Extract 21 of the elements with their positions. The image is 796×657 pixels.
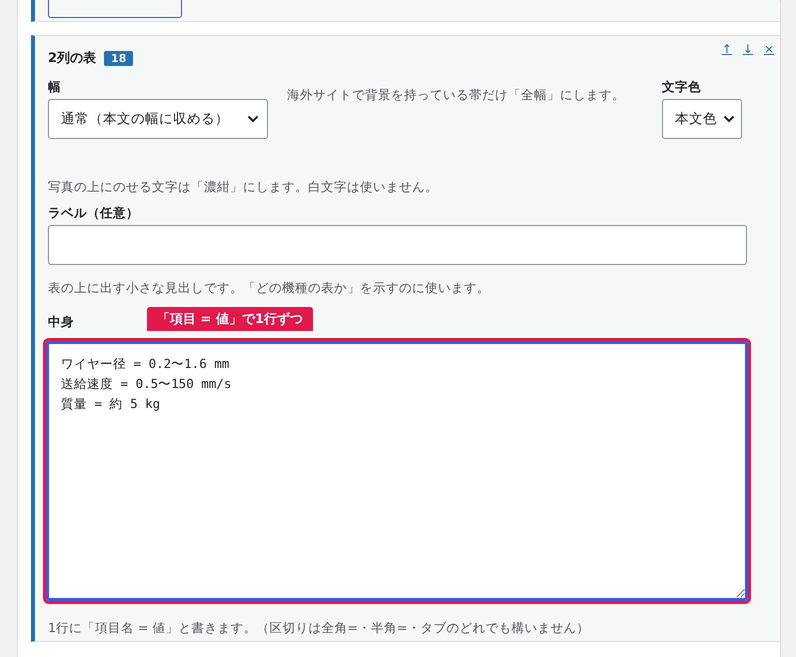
text-area[interactable]: ワイヤー径 = 0.2〜1.6 mm 送給速度 = 0.5〜150 mm/s 質量 = 約 5 kg [46,341,748,601]
action-link[interactable]: × [764,42,774,56]
block-title: 2列の表 [48,50,96,67]
field-label: 中身 [48,314,74,331]
action-link[interactable]: ↓ [742,42,753,56]
help-text: 海外サイトで背景を持っている帯だけ「全幅」にします。 [287,87,626,104]
help-text: 1行に「項目名 = 値」と書きます。（区切りは全角=・半角=・タブのどれでも構いません） [48,620,590,637]
text-field[interactable] [48,225,747,265]
chevron-icon [247,115,259,123]
help-text: 表の上に出す小さな見出しです。「どの機種の表か」を示すのに使います。 [48,280,491,297]
select-field[interactable]: 本文色 [662,99,742,139]
field-label: ラベル（任意） [48,205,140,222]
hint-tooltip: 「項目 = 値」で1行ずつ [147,307,313,331]
field-label: 文字色 [662,79,702,96]
chevron-icon [723,115,735,123]
help-text: 写真の上にのせる文字は「濃紺」にします。白文字は使いません。 [48,179,439,196]
count-badge: 18 [104,50,134,66]
field-label: 幅 [48,79,62,96]
add-button[interactable] [48,0,182,18]
select-field[interactable]: 通常（本文の幅に収める） [48,99,268,139]
action-link[interactable]: ↑ [722,42,732,56]
